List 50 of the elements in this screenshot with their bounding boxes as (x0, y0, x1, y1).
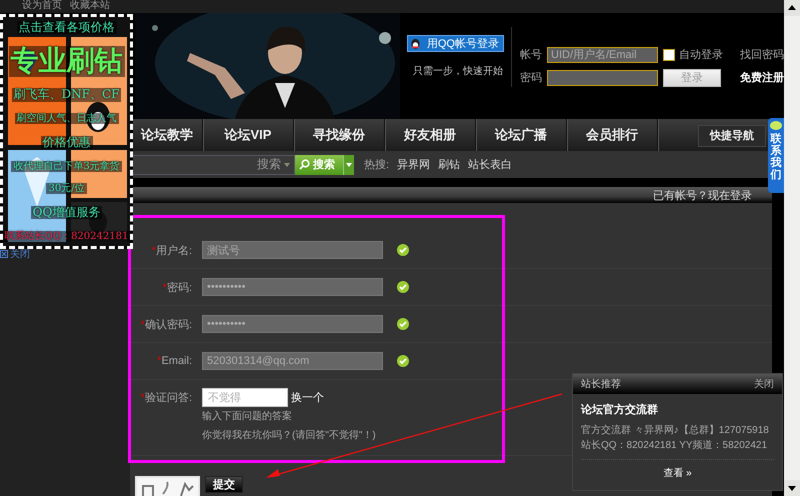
close-link[interactable]: 关闭 (754, 377, 774, 391)
caret-icon (346, 162, 352, 167)
hot-search-link[interactable]: 异界网 (397, 157, 430, 172)
account-field[interactable]: UID/用户名/Email (547, 46, 658, 63)
account-label: 帐号 (520, 48, 542, 62)
panel-heading: 论坛官方交流群 (581, 402, 659, 417)
auto-login-label: 自动登录 (679, 48, 723, 62)
answer-field[interactable]: 不觉得 (202, 388, 288, 408)
search-field[interactable]: 搜索 (133, 154, 295, 175)
change-question-link[interactable]: 换一个 (291, 390, 324, 406)
submit-button[interactable]: 提交 (205, 476, 243, 494)
password-label: 密码 (520, 70, 542, 86)
search-dropdown-button[interactable] (343, 154, 354, 175)
field-label: *密码: (162, 280, 192, 295)
hot-search-link[interactable]: 站长表白 (468, 157, 512, 172)
search-icon (299, 159, 310, 170)
qq-login-button[interactable]: 用QQ帐号登录 (407, 34, 504, 52)
quick-nav-button[interactable]: 快捷导航 (698, 124, 766, 147)
close-icon (0, 250, 8, 258)
auto-login-checkbox[interactable] (663, 48, 675, 61)
panel-title: 站长推荐 (581, 378, 621, 391)
chat-bubble-icon (770, 121, 782, 131)
top-link[interactable]: 收藏本站 (70, 0, 110, 12)
verify-question: 你觉得我在坑你吗？(请回答"不觉得"！) (202, 428, 376, 444)
hot-search-link[interactable]: 刷钻 (438, 157, 460, 172)
scroll-down-button[interactable] (784, 480, 800, 496)
scroll-up-button[interactable] (784, 0, 800, 16)
field-label: *验证问答: (140, 391, 192, 406)
ad-text[interactable]: 收代理自己下单3元拿货 (11, 160, 122, 172)
ad-text[interactable]: 点击查看各项价格 (16, 21, 116, 34)
register-link[interactable]: 免费注册 (740, 70, 784, 86)
view-more-link[interactable]: 查看 » (581, 466, 774, 480)
ad-text[interactable]: 30元/位 (46, 183, 87, 194)
penguin-icon (410, 36, 421, 50)
hot-search-label: 热搜: (364, 158, 390, 172)
field-label: *用户名: (150, 244, 192, 258)
caret-icon (284, 162, 290, 167)
password-field[interactable] (547, 70, 658, 86)
scrollbar[interactable] (784, 0, 800, 496)
answer-hint: 输入下面问题的答案 (202, 410, 292, 424)
panel-text: 官方交流群 々异界网♪【总群】127075918 站长QQ：820242181 YY频道：58202421 (581, 423, 774, 460)
contact-tab[interactable]: 联系我们 (768, 118, 784, 193)
qq-login-hint: 只需一步，快速开始 (412, 64, 504, 78)
login-link[interactable]: 已有帐号？现在登录 (653, 188, 752, 203)
ad-close-link[interactable]: 关闭 (0, 247, 30, 262)
field-label: *Email: (156, 355, 192, 368)
ad-text[interactable]: QQ增值服务 (30, 206, 102, 220)
top-link[interactable]: 设为首页 (22, 0, 62, 12)
field-label: *确认密码: (140, 318, 192, 332)
forgot-password-link[interactable]: 找回密码 (740, 47, 784, 62)
